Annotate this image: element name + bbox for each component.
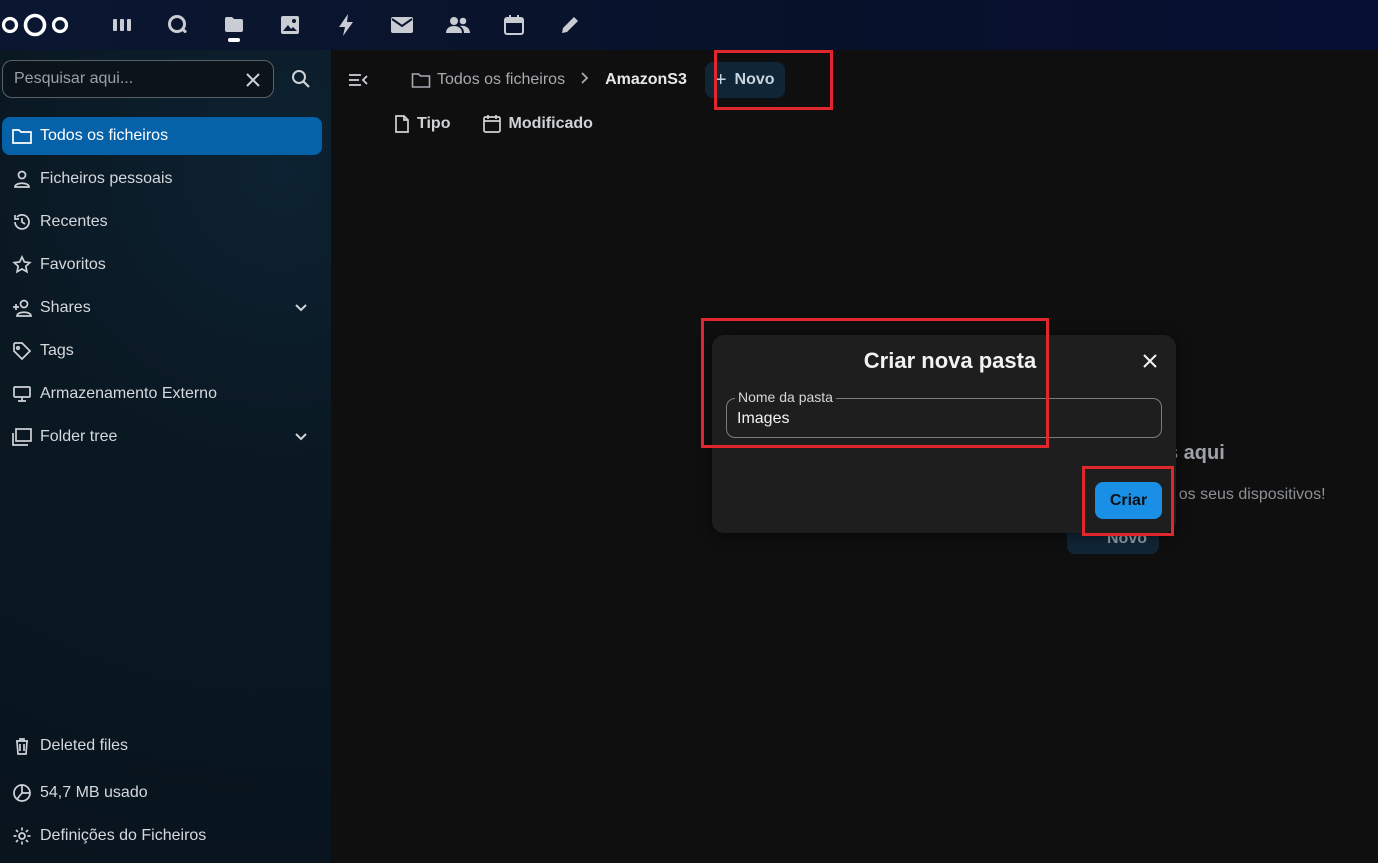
sidebar-item-label: Definições do Ficheiros bbox=[40, 827, 207, 844]
mail-icon[interactable] bbox=[374, 0, 430, 50]
empty-content-description: m os seus dispositivos! bbox=[1161, 486, 1326, 503]
sidebar-item-external-storage[interactable]: Armazenamento Externo bbox=[2, 375, 322, 413]
photos-icon[interactable] bbox=[262, 0, 318, 50]
highlight-create-button bbox=[1082, 466, 1174, 536]
filter-type-label: Tipo bbox=[417, 115, 451, 132]
monitor-icon bbox=[10, 382, 34, 406]
chevron-down-icon[interactable] bbox=[292, 427, 310, 450]
highlight-folder-name bbox=[701, 318, 1049, 448]
sidebar-item-label: Ficheiros pessoais bbox=[40, 170, 173, 187]
breadcrumb-root-label: Todos os ficheiros bbox=[437, 71, 566, 88]
trash-icon bbox=[10, 734, 34, 758]
clear-search-icon[interactable] bbox=[243, 70, 263, 90]
person-icon bbox=[10, 167, 34, 191]
highlight-new-button bbox=[714, 50, 833, 110]
search-input[interactable] bbox=[14, 70, 234, 88]
folder-icon bbox=[411, 73, 431, 88]
star-icon bbox=[10, 253, 34, 277]
sidebar-item-label: Favoritos bbox=[40, 256, 106, 273]
dashboard-icon[interactable] bbox=[94, 0, 150, 50]
sidebar-footer: Deleted files 54,7 MB usado Definições d… bbox=[2, 727, 322, 860]
sidebar-item-label: Todos os ficheiros bbox=[40, 127, 169, 144]
filter-type[interactable]: Tipo bbox=[393, 114, 450, 134]
sidebar-item-label: Recentes bbox=[40, 213, 108, 230]
calendar-icon[interactable] bbox=[486, 0, 542, 50]
filter-bar: Tipo Modificado bbox=[393, 114, 625, 134]
sidebar-item-label: Armazenamento Externo bbox=[40, 385, 217, 402]
sidebar: Todos os ficheiros Ficheiros pessoais Re… bbox=[0, 50, 331, 863]
search-icon[interactable] bbox=[290, 68, 312, 90]
sidebar-item-favorites[interactable]: Favoritos bbox=[2, 246, 322, 284]
activity-icon[interactable] bbox=[318, 0, 374, 50]
sidebar-item-all-files[interactable]: Todos os ficheiros bbox=[2, 117, 322, 155]
breadcrumb-current-label: AmazonS3 bbox=[605, 71, 687, 88]
gear-icon bbox=[10, 824, 34, 848]
close-icon[interactable] bbox=[1138, 349, 1162, 373]
chevron-right-icon bbox=[579, 71, 591, 90]
sidebar-item-recent[interactable]: Recentes bbox=[2, 203, 322, 241]
chevron-down-icon[interactable] bbox=[292, 298, 310, 321]
files-icon[interactable] bbox=[206, 0, 262, 50]
search-box bbox=[2, 60, 274, 98]
calendar-icon bbox=[483, 115, 502, 133]
filter-modified-label: Modificado bbox=[508, 115, 593, 132]
contacts-icon[interactable] bbox=[430, 0, 486, 50]
history-icon bbox=[10, 210, 34, 234]
circle-search-icon[interactable] bbox=[150, 0, 206, 50]
toggle-sidebar-icon[interactable] bbox=[346, 68, 370, 92]
folder-tree-icon bbox=[10, 425, 34, 449]
sidebar-item-label: Deleted files bbox=[40, 737, 129, 754]
notes-icon[interactable] bbox=[542, 0, 598, 50]
top-bar bbox=[0, 0, 1378, 50]
app-menu bbox=[94, 0, 598, 50]
storage-usage[interactable]: 54,7 MB usado bbox=[2, 774, 322, 812]
sidebar-item-files-settings[interactable]: Definições do Ficheiros bbox=[2, 817, 322, 855]
nextcloud-logo-icon[interactable] bbox=[0, 0, 70, 50]
storage-usage-label: 54,7 MB usado bbox=[40, 784, 148, 801]
folder-icon bbox=[10, 124, 34, 148]
sidebar-item-shares[interactable]: Shares bbox=[2, 289, 322, 327]
breadcrumb-current[interactable]: AmazonS3 bbox=[605, 71, 687, 89]
sidebar-item-label: Folder tree bbox=[40, 428, 118, 445]
sidebar-item-deleted-files[interactable]: Deleted files bbox=[2, 727, 322, 765]
share-icon bbox=[10, 296, 34, 320]
filter-modified[interactable]: Modificado bbox=[482, 114, 593, 134]
sidebar-item-folder-tree[interactable]: Folder tree bbox=[2, 418, 322, 456]
file-icon bbox=[395, 115, 409, 133]
sidebar-item-label: Shares bbox=[40, 299, 91, 316]
navigation-list: Todos os ficheiros Ficheiros pessoais Re… bbox=[2, 117, 322, 461]
tag-icon bbox=[10, 339, 34, 363]
sidebar-item-label: Tags bbox=[40, 342, 74, 359]
pie-chart-icon bbox=[10, 781, 34, 805]
sidebar-item-tags[interactable]: Tags bbox=[2, 332, 322, 370]
sidebar-item-personal-files[interactable]: Ficheiros pessoais bbox=[2, 160, 322, 198]
breadcrumb-root[interactable]: Todos os ficheiros bbox=[411, 71, 565, 89]
